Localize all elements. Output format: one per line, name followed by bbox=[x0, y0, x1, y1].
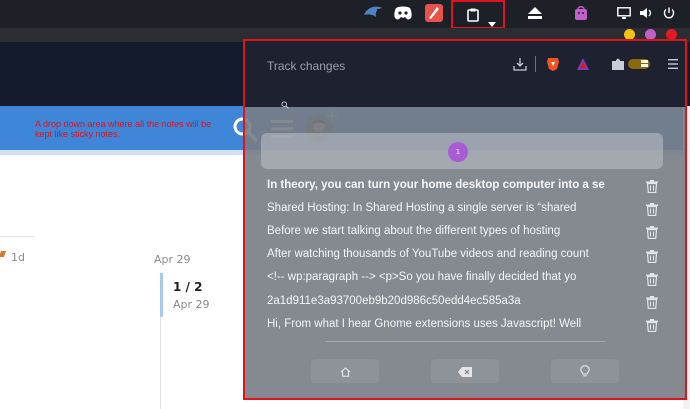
clipboard-item[interactable]: After watching thousands of YouTube vide… bbox=[267, 243, 667, 266]
popup-title: Track changes bbox=[267, 59, 346, 73]
pen-tool-icon[interactable] bbox=[423, 2, 445, 24]
volume-icon[interactable] bbox=[636, 2, 658, 24]
search-small-icon bbox=[281, 101, 289, 111]
clear-history-button[interactable] bbox=[431, 359, 499, 383]
trash-icon[interactable] bbox=[646, 294, 658, 310]
timeline-start-date: Apr 29 bbox=[154, 253, 191, 266]
power-icon[interactable] bbox=[658, 2, 680, 24]
display-icon[interactable] bbox=[613, 2, 635, 24]
bag-icon[interactable] bbox=[570, 2, 592, 24]
clipboard-indicator-highlight[interactable] bbox=[451, 0, 505, 29]
toolbar-separator bbox=[535, 56, 536, 72]
discord-icon[interactable] bbox=[392, 2, 414, 24]
trash-icon[interactable] bbox=[646, 248, 658, 263]
clipboard-item-text: 2a1d911e3a93700eb9b20d986c50edd4ec585a3a bbox=[267, 294, 521, 307]
puzzle-icon[interactable] bbox=[610, 56, 626, 72]
edit-icon bbox=[0, 251, 7, 257]
home-button[interactable] bbox=[311, 359, 379, 383]
popup-header: Track changes bbox=[245, 41, 685, 107]
clipboard-item[interactable]: Before we start talking about the differ… bbox=[267, 219, 667, 242]
clipboard-item-text: Hi, From what I hear Gnome extensions us… bbox=[267, 317, 582, 330]
private-mode-button[interactable] bbox=[551, 359, 619, 383]
trash-icon[interactable] bbox=[646, 224, 658, 240]
timeline-handle[interactable] bbox=[160, 273, 163, 317]
clipboard-item[interactable]: Hi, From what I hear Gnome extensions us… bbox=[267, 312, 667, 335]
clipboard-item[interactable]: 2a1d911e3a93700eb9b20d986c50edd4ec585a3a bbox=[267, 289, 667, 312]
popup-separator bbox=[325, 341, 605, 342]
download-icon[interactable] bbox=[512, 56, 528, 72]
clipboard-item-text: After watching thousands of YouTube vide… bbox=[267, 248, 589, 261]
eject-icon[interactable] bbox=[524, 2, 546, 24]
top-panel bbox=[0, 0, 690, 29]
clipboard-popup: Track changes 1 In theory, you can turn … bbox=[243, 39, 687, 400]
triangle-extension-icon[interactable] bbox=[575, 56, 591, 72]
trash-icon[interactable] bbox=[646, 271, 658, 286]
clipboard-item-text: Shared Hosting: In Shared Hosting a sing… bbox=[267, 201, 577, 214]
clipboard-item[interactable]: <!-- wp:paragraph --> <p>So you have fin… bbox=[267, 266, 667, 289]
timeline-date: Apr 29 bbox=[173, 298, 210, 311]
clipboard-history-list: In theory, you can turn your home deskto… bbox=[267, 173, 667, 335]
clipboard-item[interactable]: Shared Hosting: In Shared Hosting a sing… bbox=[267, 196, 667, 219]
brave-icon[interactable] bbox=[545, 56, 561, 72]
menu-icon[interactable] bbox=[665, 56, 681, 72]
trash-icon[interactable] bbox=[646, 201, 658, 217]
toggle-extension-icon[interactable] bbox=[628, 56, 650, 72]
trash-icon[interactable] bbox=[646, 178, 658, 194]
home-icon bbox=[340, 362, 351, 381]
clipboard-item-text: <!-- wp:paragraph --> <p>So you have fin… bbox=[267, 271, 577, 284]
clipboard-item-text: In theory, you can turn your home deskto… bbox=[267, 178, 605, 191]
clipboard-icon bbox=[467, 7, 479, 26]
cursor-indicator: 1 bbox=[448, 142, 468, 162]
divider bbox=[0, 236, 35, 237]
timeline-position: 1 / 2 bbox=[173, 280, 203, 294]
lightbulb-icon bbox=[580, 362, 590, 381]
post-age: 1d bbox=[11, 251, 25, 264]
desktop-screen: A drop down area where all the notes wil… bbox=[0, 0, 690, 409]
timeline-track bbox=[160, 317, 161, 409]
clipboard-item-text: Before we start talking about the differ… bbox=[267, 224, 561, 237]
kde-connect-icon[interactable] bbox=[362, 2, 384, 24]
annotation-note: A drop down area where all the notes wil… bbox=[35, 119, 212, 139]
trash-icon[interactable] bbox=[646, 317, 658, 333]
clipboard-item[interactable]: In theory, you can turn your home deskto… bbox=[267, 173, 667, 196]
backspace-icon bbox=[458, 362, 472, 381]
